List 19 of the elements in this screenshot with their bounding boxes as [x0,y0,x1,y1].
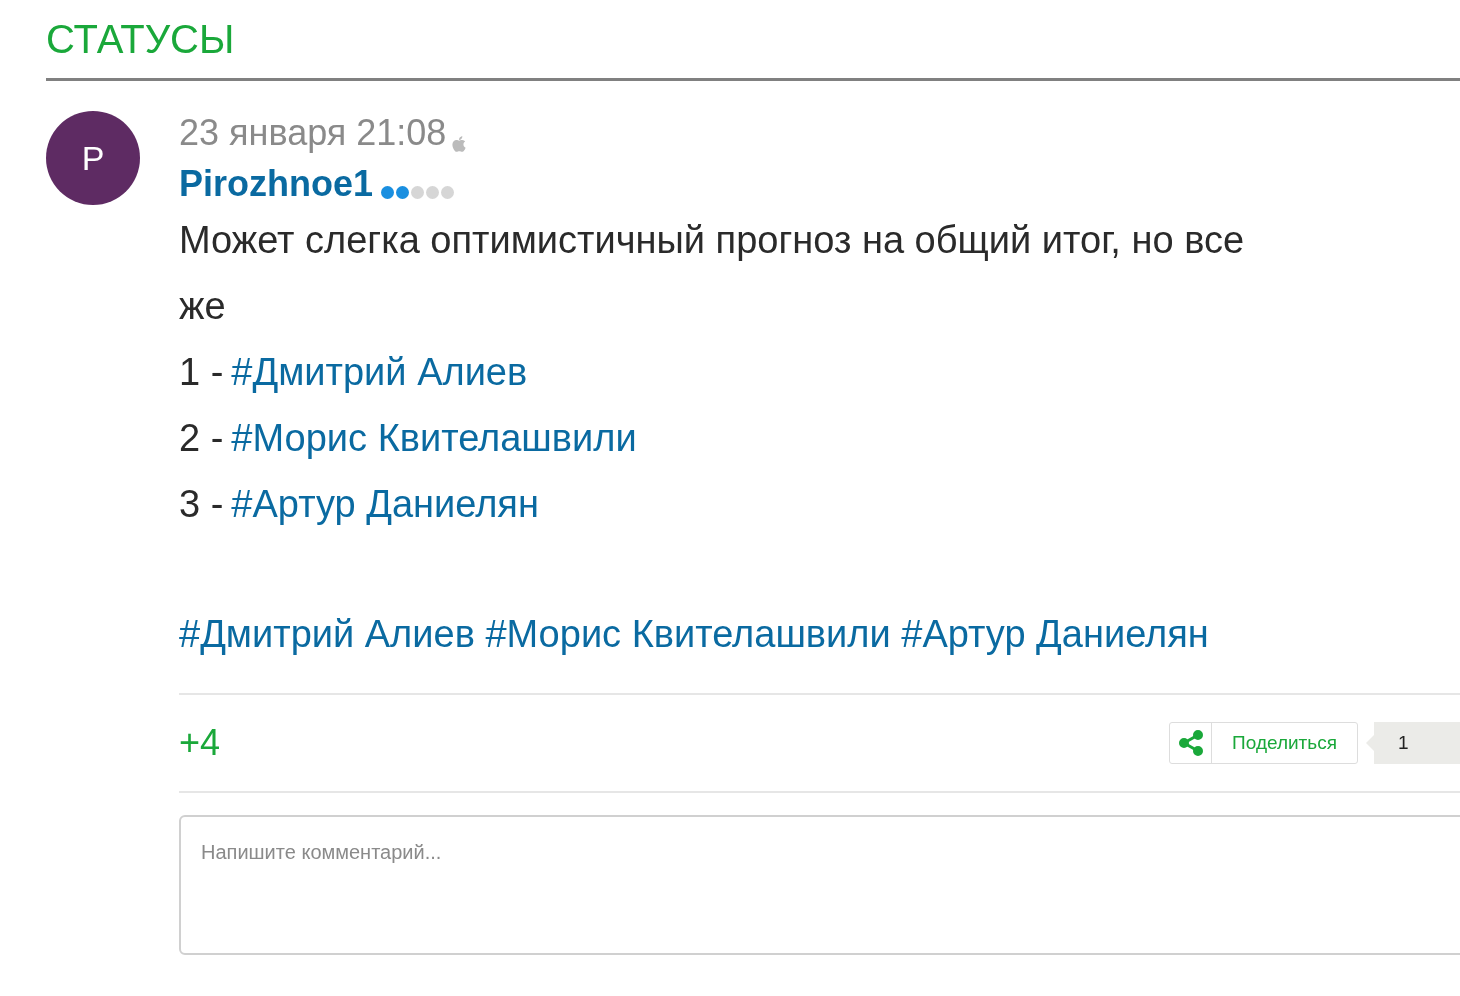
avatar[interactable]: P [46,111,140,205]
section-title: СТАТУСЫ [46,16,235,63]
hashtag-link[interactable]: #Морис Квителашвили [485,613,891,655]
list-number: 3 - [179,482,224,527]
hashtag-link[interactable]: #Морис Квителашвили [231,405,637,471]
list-number: 2 - [179,416,224,461]
rating-count: +4 [179,721,221,765]
list-number: 1 - [179,350,224,395]
hashtag-link[interactable]: #Дмитрий Алиев [179,613,475,655]
hashtag-link[interactable]: #Дмитрий Алиев [231,339,528,405]
post-text: Может слегка оптимистичный прогноз на общий итог, но все же [179,218,1246,329]
author-link[interactable]: Pirozhnoe1 [179,163,374,205]
hashtag-link[interactable]: #Артур Даниелян [901,613,1209,655]
share-icon [1178,730,1203,756]
post-time: 23 января 21:08 [179,111,447,155]
hashtag-link[interactable]: #Артур Даниелян [231,471,539,537]
share-button[interactable]: Поделиться [1169,722,1358,764]
comment-field[interactable]: Напишите комментарий... [179,815,1460,955]
share-counter: 1 [1374,722,1460,764]
